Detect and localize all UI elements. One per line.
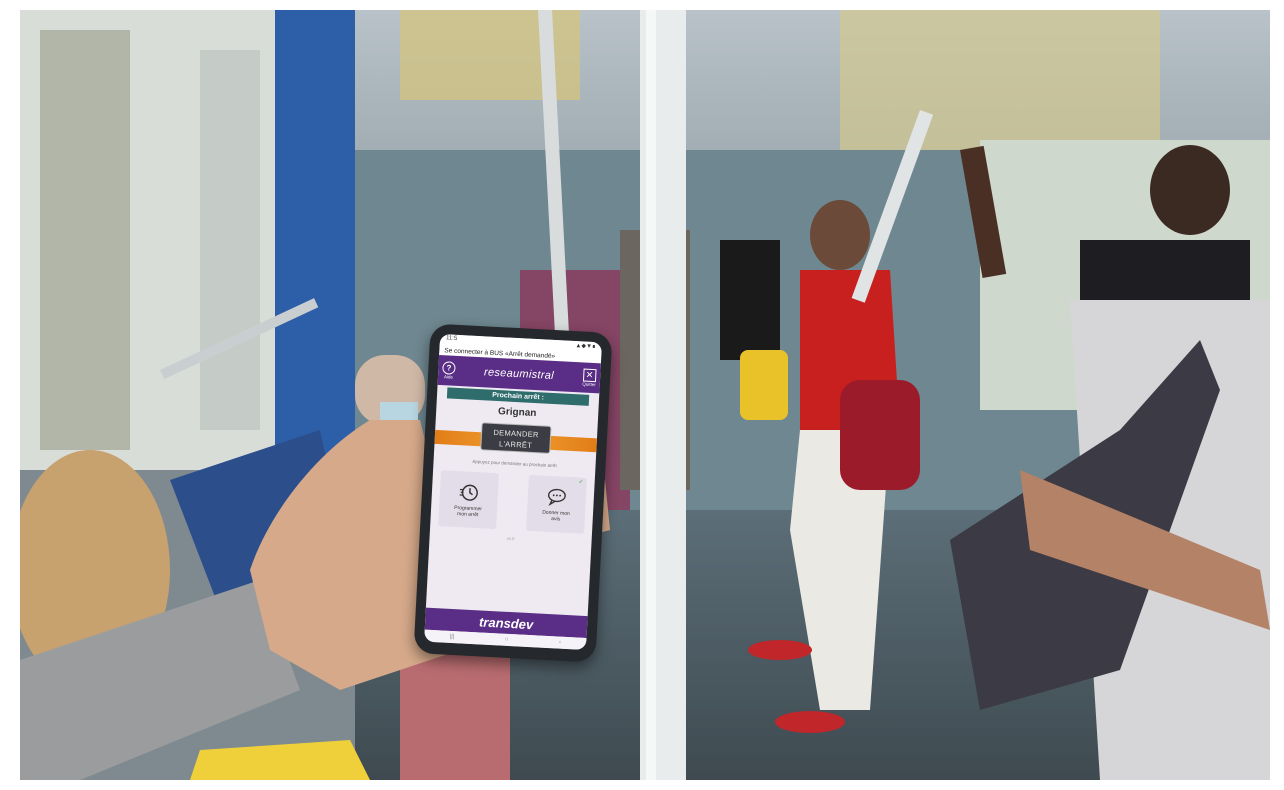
close-icon: ✕ [582,368,597,383]
program-label-2: mon arrêt [456,511,479,519]
app-logo: reseaumistral [483,366,555,382]
passenger-red-top-head [810,200,870,270]
help-label: Aide [443,374,454,380]
passenger-black-shirt-head [1150,145,1230,235]
request-stop-button[interactable]: DEMANDER L'ARRÊT [480,422,552,454]
status-time: 11:5 [445,335,458,342]
transdev-logo-text: transdev [478,613,534,632]
blue-pillar [275,10,355,470]
stop-name: Grignan [497,406,537,420]
smartphone: 11:5 ▲◆▼∎ Se connecter à BUS «Arrêt dema… [413,323,613,663]
help-button[interactable]: ? Aide [442,361,456,380]
program-stop-tile[interactable]: Programmer mon arrêt [438,470,500,530]
nav-recent-icon[interactable]: ||| [450,634,455,640]
close-label: Quitter [582,381,596,388]
request-line-2: L'ARRÊT [498,439,533,450]
bus-interior-background [20,10,1270,780]
check-icon: ✓ [578,479,584,486]
chat-bubbles-icon [547,488,566,507]
action-tiles: Programmer mon arrêt ✓ Donner mon avis [430,462,595,534]
clock-arrow-icon [459,484,478,501]
help-icon: ? [442,361,456,375]
phone-screen: 11:5 ▲◆▼∎ Se connecter à BUS «Arrêt dema… [424,333,603,651]
close-button[interactable]: ✕ Quitter [582,368,597,388]
give-opinion-tile[interactable]: ✓ Donner mon avis [526,474,587,534]
request-stop-area: DEMANDER L'ARRÊT [434,420,598,462]
nav-home-icon[interactable]: ○ [505,637,509,643]
yellow-seat-edge [190,740,370,780]
nav-back-icon[interactable]: ‹ [559,640,561,646]
version-label: v1.0 [506,535,515,542]
red-handbag [840,380,920,490]
bus-interior-photo: 11:5 ▲◆▼∎ Se connecter à BUS «Arrêt dema… [20,10,1270,780]
passenger-background-dark [720,240,780,360]
yellow-validator [740,350,788,420]
status-icons: ▲◆▼∎ [575,343,596,351]
